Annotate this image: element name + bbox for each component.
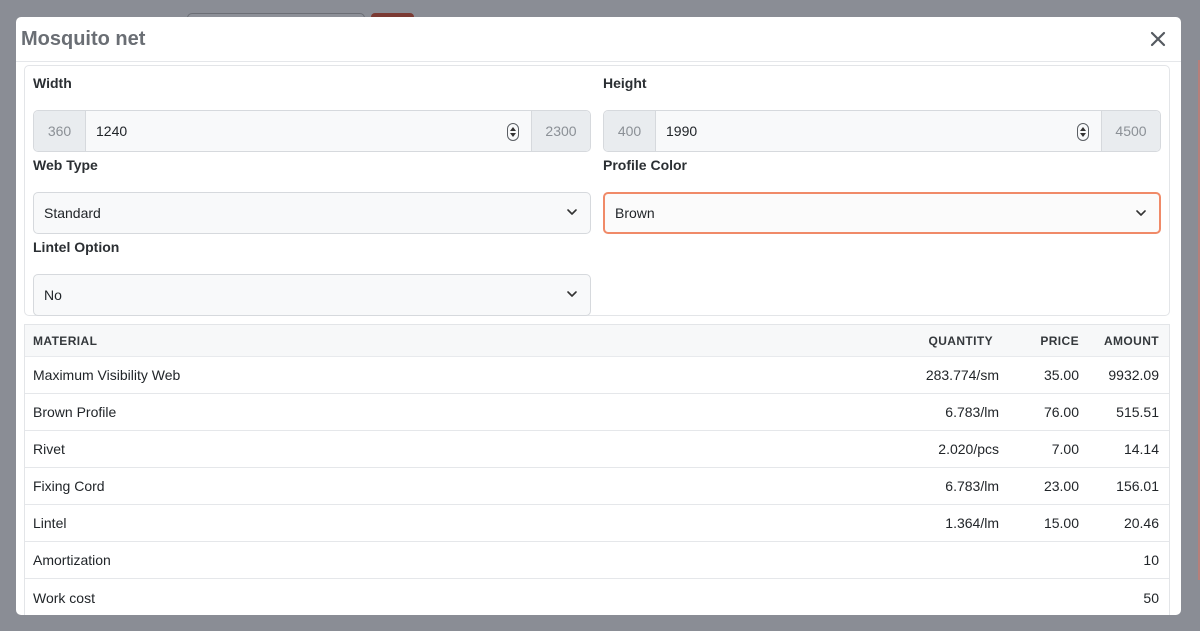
cell-material: Fixing Cord bbox=[33, 478, 105, 494]
width-min: 360 bbox=[34, 111, 86, 151]
lintel-option-label: Lintel Option bbox=[33, 239, 120, 255]
materials-table: MATERIAL QUANTITY PRICE AMOUNT Maximum V… bbox=[24, 324, 1170, 615]
chevron-down-icon bbox=[567, 291, 577, 297]
cell-quantity: 6.783/lm bbox=[945, 478, 999, 494]
table-row: Fixing Cord 6.783/lm 23.00 156.01 bbox=[25, 468, 1169, 505]
web-type-label: Web Type bbox=[33, 157, 98, 173]
lintel-option-field: Lintel Option No bbox=[33, 238, 591, 316]
modal-header: Mosquito net bbox=[16, 17, 1181, 62]
chevron-down-icon bbox=[1136, 210, 1146, 216]
web-type-value: Standard bbox=[44, 205, 101, 221]
cell-amount: 9932.09 bbox=[1108, 367, 1159, 383]
table-row: Maximum Visibility Web 283.774/sm 35.00 … bbox=[25, 357, 1169, 394]
cell-amount: 156.01 bbox=[1116, 478, 1159, 494]
height-stepper-icon[interactable] bbox=[1077, 123, 1089, 141]
cell-price: 35.00 bbox=[1043, 367, 1079, 383]
header-quantity: QUANTITY bbox=[928, 333, 993, 348]
profile-color-field: Profile Color Brown bbox=[603, 156, 1161, 234]
profile-color-label: Profile Color bbox=[603, 157, 688, 173]
cell-material: Rivet bbox=[33, 441, 65, 457]
height-min: 400 bbox=[604, 111, 656, 151]
close-icon bbox=[1150, 31, 1166, 47]
width-stepper-icon[interactable] bbox=[507, 123, 519, 141]
cell-amount: 50 bbox=[1143, 589, 1159, 606]
mosquito-net-modal: Mosquito net Width 360 1240 2300 Height bbox=[16, 17, 1181, 615]
height-max: 4500 bbox=[1101, 111, 1160, 151]
cell-price: 23.00 bbox=[1043, 478, 1079, 494]
cell-material: Work cost bbox=[33, 589, 95, 606]
height-range-group: 400 1990 4500 bbox=[603, 110, 1161, 152]
web-type-field: Web Type Standard bbox=[33, 156, 591, 234]
profile-color-select[interactable]: Brown bbox=[603, 192, 1161, 234]
height-field: Height 400 1990 4500 bbox=[603, 74, 1161, 152]
cell-quantity: 2.020/pcs bbox=[938, 441, 999, 457]
width-input[interactable]: 1240 bbox=[86, 111, 531, 151]
web-type-select[interactable]: Standard bbox=[33, 192, 591, 234]
width-label: Width bbox=[33, 75, 72, 91]
profile-color-value: Brown bbox=[615, 205, 655, 221]
table-row: Amortization 10 bbox=[25, 542, 1169, 579]
cell-price: 76.00 bbox=[1043, 404, 1079, 420]
chevron-down-icon bbox=[567, 209, 577, 215]
table-row: Work cost 50 bbox=[25, 579, 1169, 615]
height-value: 1990 bbox=[666, 123, 698, 139]
height-label: Height bbox=[603, 75, 647, 91]
lintel-option-value: No bbox=[44, 287, 62, 303]
cell-amount: 14.14 bbox=[1123, 441, 1159, 457]
header-amount: AMOUNT bbox=[1103, 333, 1159, 348]
cell-quantity: 1.364/lm bbox=[945, 515, 999, 531]
cell-material: Maximum Visibility Web bbox=[33, 367, 181, 383]
cell-material: Lintel bbox=[33, 515, 67, 531]
cell-amount: 20.46 bbox=[1123, 515, 1159, 531]
cell-price: 7.00 bbox=[1051, 441, 1079, 457]
width-max: 2300 bbox=[531, 111, 590, 151]
cell-price: 15.00 bbox=[1043, 515, 1079, 531]
height-input[interactable]: 1990 bbox=[656, 111, 1101, 151]
cell-quantity: 283.774/sm bbox=[925, 367, 999, 383]
width-range-group: 360 1240 2300 bbox=[33, 110, 591, 152]
close-button[interactable] bbox=[1143, 24, 1173, 54]
table-row: Rivet 2.020/pcs 7.00 14.14 bbox=[25, 431, 1169, 468]
header-material: MATERIAL bbox=[33, 333, 98, 348]
lintel-option-select[interactable]: No bbox=[33, 274, 591, 316]
table-row: Brown Profile 6.783/lm 76.00 515.51 bbox=[25, 394, 1169, 431]
configuration-form: Width 360 1240 2300 Height 400 1990 4500 bbox=[24, 65, 1170, 316]
header-price: PRICE bbox=[1040, 333, 1079, 348]
cell-amount: 515.51 bbox=[1116, 404, 1159, 420]
table-header: MATERIAL QUANTITY PRICE AMOUNT bbox=[25, 325, 1169, 357]
cell-amount: 10 bbox=[1143, 552, 1159, 568]
width-value: 1240 bbox=[96, 123, 128, 139]
cell-material: Amortization bbox=[33, 552, 111, 568]
cell-material: Brown Profile bbox=[33, 404, 117, 420]
width-field: Width 360 1240 2300 bbox=[33, 74, 591, 152]
cell-quantity: 6.783/lm bbox=[945, 404, 999, 420]
table-row: Lintel 1.364/lm 15.00 20.46 bbox=[25, 505, 1169, 542]
modal-title: Mosquito net bbox=[21, 27, 146, 50]
